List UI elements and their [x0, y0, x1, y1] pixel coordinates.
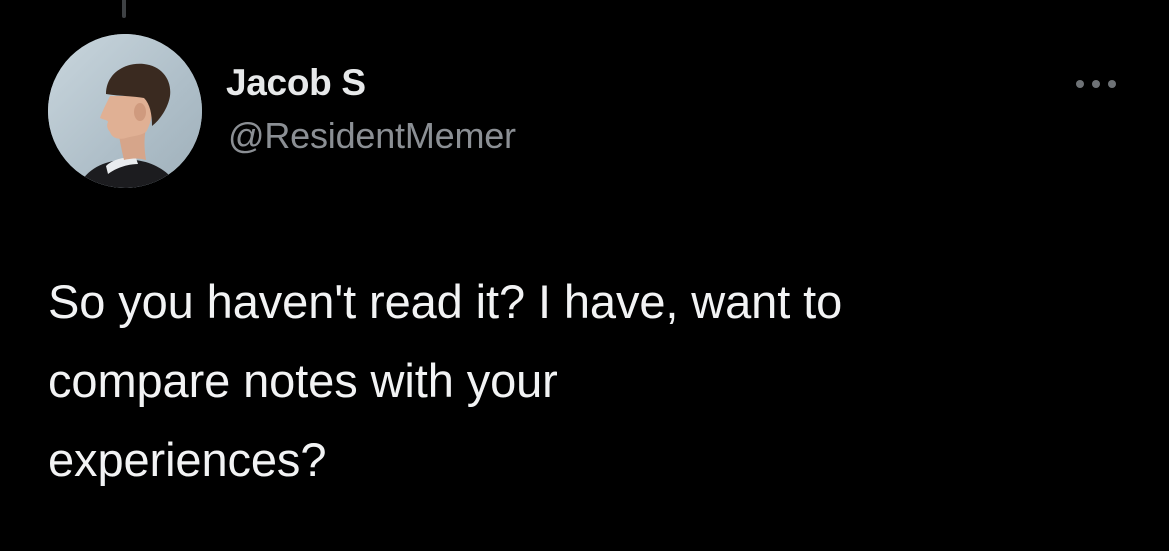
more-options-icon: [1076, 80, 1116, 88]
tweet-text-line: experiences?: [48, 433, 327, 486]
profile-photo-icon: [48, 34, 202, 188]
tweet-text: So you haven't read it? I have, want to …: [48, 262, 1148, 499]
tweet-text-line: compare notes with your: [48, 354, 558, 407]
author-handle[interactable]: @ResidentMemer: [228, 115, 516, 157]
author-display-name[interactable]: Jacob S: [226, 62, 366, 104]
author-avatar[interactable]: [48, 34, 202, 188]
tweet-text-line: So you haven't read it? I have, want to: [48, 275, 843, 328]
more-options-button[interactable]: [1068, 68, 1124, 100]
thread-connector-line: [122, 0, 126, 18]
